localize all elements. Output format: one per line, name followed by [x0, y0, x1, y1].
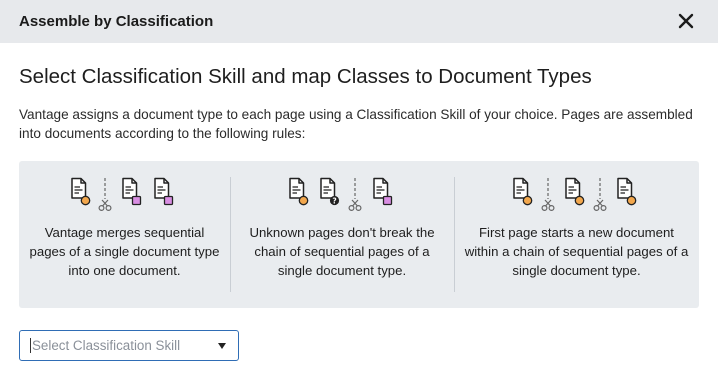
document-orange-icon [617, 177, 637, 206]
scissors-icon [348, 178, 362, 212]
rule-illustration [19, 177, 230, 213]
document-pink-icon [373, 177, 393, 206]
rules-panel: Vantage merges sequential pages of a sin… [19, 161, 699, 308]
scissors-icon [541, 178, 555, 212]
rule-description: Unknown pages don't break the chain of s… [249, 225, 435, 278]
rule-merge-sequential: Vantage merges sequential pages of a sin… [19, 161, 230, 308]
document-orange-icon [513, 177, 533, 206]
dialog-header: Assemble by Classification [0, 0, 718, 43]
document-orange-icon [565, 177, 585, 206]
rule-description: Vantage merges sequential pages of a sin… [29, 225, 220, 278]
scissors-icon [98, 178, 112, 212]
dialog-title: Assemble by Classification [19, 13, 214, 30]
page-title: Select Classification Skill and map Clas… [19, 65, 592, 88]
scissors-icon [593, 178, 607, 212]
rule-description: First page starts a new document within … [464, 225, 689, 278]
document-orange-icon [289, 177, 309, 206]
rule-first-page: First page starts a new document within … [454, 161, 699, 308]
rule-illustration [454, 177, 699, 213]
rule-unknown-pages: ? Unknown pages don't break the chain of… [230, 161, 454, 308]
close-icon [678, 13, 694, 29]
document-pink-icon [122, 177, 142, 206]
classification-skill-select[interactable]: Select Classification Skill [19, 330, 239, 361]
text-cursor [30, 338, 31, 353]
document-orange-icon [71, 177, 91, 206]
svg-text:?: ? [332, 197, 336, 206]
document-pink-icon [154, 177, 174, 206]
document-unknown-icon: ? [320, 177, 340, 206]
caret-down-icon[interactable] [218, 343, 226, 349]
description-text: Vantage assigns a document type to each … [19, 107, 693, 141]
select-placeholder: Select Classification Skill [32, 338, 181, 353]
close-button[interactable] [676, 11, 696, 31]
rule-illustration: ? [230, 177, 454, 213]
